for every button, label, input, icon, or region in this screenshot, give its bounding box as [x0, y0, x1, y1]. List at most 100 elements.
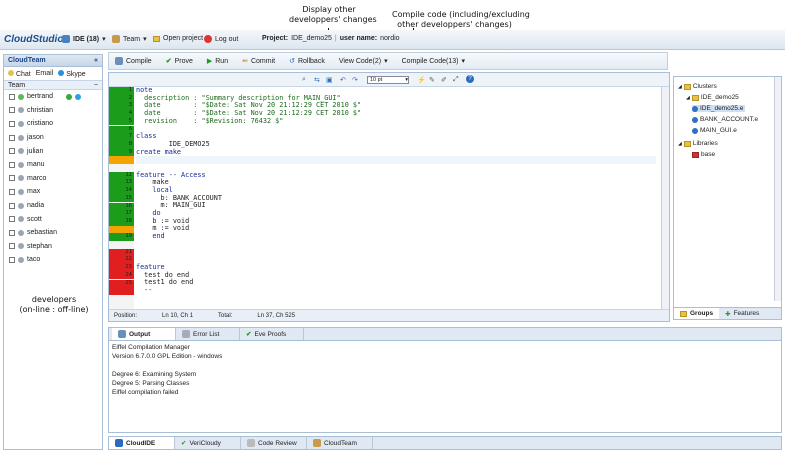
member-checkbox[interactable]	[9, 120, 15, 127]
compile-button[interactable]: Compile	[115, 57, 152, 65]
check-icon: ✔	[165, 58, 172, 65]
line-number: 25	[109, 279, 134, 288]
team-member[interactable]: marco	[4, 172, 102, 186]
commit-button[interactable]: ⇚ Commit	[242, 57, 275, 66]
rollback-button[interactable]: ↺ Rollback	[289, 57, 325, 66]
line-number: 9	[109, 148, 134, 157]
collapse-icon[interactable]: −	[94, 82, 98, 89]
skype-icon	[58, 69, 65, 76]
tab-eve-proofs[interactable]: ✔ Eve Proofs	[240, 328, 304, 340]
team-member[interactable]: manu	[4, 158, 102, 172]
person-icon	[18, 188, 24, 195]
member-checkbox[interactable]	[9, 93, 15, 100]
chat-icon	[8, 69, 14, 76]
code-line	[136, 248, 656, 256]
team-member[interactable]: scott	[4, 212, 102, 226]
binoculars-icon[interactable]: ⌕	[302, 76, 306, 84]
member-checkbox[interactable]	[9, 188, 15, 195]
team-member[interactable]: sebastian	[4, 226, 102, 240]
tree-node-bank-account[interactable]: BANK_ACCOUNT.e	[692, 116, 758, 123]
person-icon	[18, 134, 24, 141]
chat-button[interactable]: Chat	[8, 69, 31, 78]
tree-node-main-gui[interactable]: MAIN_GUI.e	[692, 127, 737, 134]
member-name: jason	[27, 134, 44, 142]
open-project-button[interactable]: Open project	[153, 35, 203, 42]
tab-cloudide[interactable]: CloudIDE	[109, 437, 175, 449]
chevron-down-icon: ▾	[102, 36, 106, 43]
run-button[interactable]: ▶ Run	[207, 57, 228, 66]
member-checkbox[interactable]	[9, 161, 15, 168]
tab-output[interactable]: Output	[112, 328, 176, 340]
fullscreen-icon[interactable]: ⤢	[453, 76, 459, 84]
tree-node-libraries[interactable]: ◢ Libraries	[678, 140, 718, 147]
team-member[interactable]: julian	[4, 144, 102, 158]
member-checkbox[interactable]	[9, 175, 15, 182]
person-icon	[18, 243, 24, 250]
team-member[interactable]: stephan	[4, 240, 102, 254]
tab-error-list[interactable]: Error List	[176, 328, 240, 340]
team-member[interactable]: taco	[4, 253, 102, 267]
skype-button[interactable]: Skype	[58, 69, 86, 78]
replace-icon[interactable]: ⇆	[314, 76, 320, 84]
tab-code-review[interactable]: Code Review	[241, 437, 307, 449]
tree-node-ide-demo25[interactable]: ◢ IDE_demo25	[686, 94, 739, 101]
editor-scrollbar[interactable]	[661, 87, 669, 309]
team-member[interactable]: jason	[4, 131, 102, 145]
code-line	[136, 295, 656, 303]
tab-features[interactable]: ✚ Features	[719, 308, 765, 319]
tree-node-ide-demo25-e[interactable]: IDE_demo25.e	[692, 105, 746, 112]
line-number: 21	[109, 248, 134, 257]
team-member[interactable]: cristiano	[4, 117, 102, 131]
member-checkbox[interactable]	[9, 216, 15, 223]
goto-icon[interactable]: ▣	[326, 76, 333, 84]
person-icon	[18, 148, 24, 155]
member-checkbox[interactable]	[9, 202, 15, 209]
log-out-button[interactable]: Log out	[204, 35, 238, 43]
code-line: feature -- Access	[136, 170, 206, 179]
team-member[interactable]: nadia	[4, 199, 102, 213]
member-checkbox[interactable]	[9, 243, 15, 250]
team-member[interactable]: max	[4, 185, 102, 199]
member-checkbox[interactable]	[9, 229, 15, 236]
code-line: --	[136, 285, 153, 294]
code-line: b: BANK_ACCOUNT	[136, 193, 222, 202]
member-checkbox[interactable]	[9, 256, 15, 263]
ide-menu[interactable]: IDE (18) ▾	[62, 35, 106, 43]
help-icon[interactable]: ?	[466, 75, 474, 83]
collapse-icon[interactable]: «	[94, 57, 98, 64]
redo-icon[interactable]: ↷	[352, 76, 358, 84]
member-checkbox[interactable]	[9, 134, 15, 141]
edit-icon[interactable]: ✐	[441, 76, 447, 84]
folder-icon	[683, 140, 691, 147]
view-code-dropdown[interactable]: View Code(2) ▾	[339, 57, 388, 66]
tree-node-clusters[interactable]: ◢ Clusters	[678, 83, 717, 90]
team-member[interactable]: bertrand	[4, 90, 102, 104]
ide-icon	[115, 439, 123, 447]
compile-code-dropdown[interactable]: Compile Code(13) ▾	[402, 57, 465, 66]
font-size-select[interactable]: 10 pt ▾	[367, 76, 409, 84]
highlight-icon[interactable]: ✎	[429, 76, 435, 84]
wand-icon[interactable]: ⚡	[417, 76, 426, 84]
cloudteam-panel: CloudTeam « Chat Email Skype Team − bertra…	[3, 54, 103, 450]
tree-node-base[interactable]: base	[692, 151, 715, 158]
team-menu[interactable]: Team ▾	[112, 35, 147, 43]
member-checkbox[interactable]	[9, 148, 15, 155]
member-name: stephan	[27, 242, 52, 250]
member-checkbox[interactable]	[9, 107, 15, 114]
annotation-compile-code: Compile code (including/excluding other …	[392, 10, 530, 29]
team-member[interactable]: christian	[4, 104, 102, 118]
features-icon: ✚	[725, 310, 731, 318]
code-area[interactable]: note description : "Summary description …	[136, 87, 656, 309]
undo-icon[interactable]: ↶	[340, 76, 346, 84]
tree-scrollbar[interactable]	[774, 77, 781, 301]
tab-groups[interactable]: Groups	[674, 308, 720, 319]
line-number	[109, 294, 134, 303]
email-button[interactable]: Email	[36, 70, 54, 77]
tab-vericloudy[interactable]: ✔ VeriCloudy	[175, 437, 241, 449]
class-icon	[692, 116, 698, 123]
person-icon	[18, 93, 24, 100]
prove-button[interactable]: ✔ Prove	[165, 57, 193, 66]
person-icon	[18, 161, 24, 168]
tab-cloudteam[interactable]: CloudTeam	[307, 437, 373, 449]
member-name: cristiano	[27, 120, 54, 128]
